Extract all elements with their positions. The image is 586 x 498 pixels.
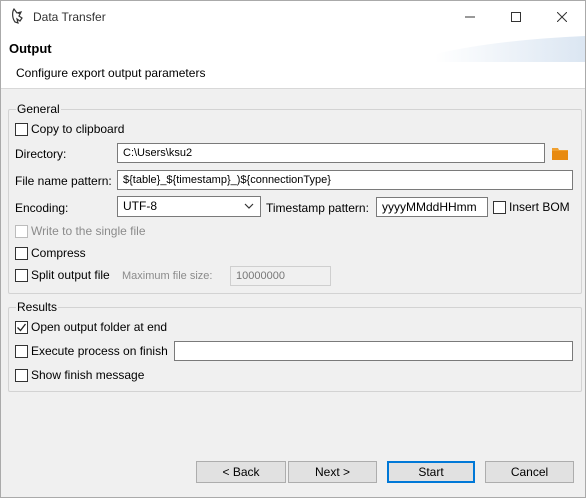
results-group-label: Results — [16, 300, 59, 314]
minimize-icon — [465, 16, 475, 17]
write-single-file-label: Write to the single file — [31, 224, 146, 238]
checkbox-box — [15, 320, 28, 334]
open-output-folder-checkbox[interactable]: Open output folder at end — [15, 320, 167, 334]
checkbox-box — [15, 224, 28, 238]
page-description: Configure export output parameters — [16, 66, 206, 80]
title-bar: Data Transfer — [1, 1, 585, 32]
insert-bom-label: Insert BOM — [509, 200, 570, 214]
split-output-file-checkbox[interactable]: Split output file — [15, 268, 110, 282]
back-button[interactable]: < Back — [196, 461, 286, 483]
copy-to-clipboard-label: Copy to clipboard — [31, 122, 125, 136]
file-name-pattern-input[interactable]: ${table}_${timestamp}_)${connectionType} — [117, 170, 573, 190]
general-group-label: General — [16, 102, 61, 116]
next-button[interactable]: Next > — [288, 461, 377, 483]
start-button[interactable]: Start — [387, 461, 475, 483]
copy-to-clipboard-checkbox[interactable]: Copy to clipboard — [15, 122, 124, 136]
dbeaver-app-icon — [12, 7, 23, 24]
cancel-button[interactable]: Cancel — [485, 461, 574, 483]
show-finish-message-label: Show finish message — [31, 368, 145, 382]
checkbox-box — [15, 122, 28, 136]
checkbox-box — [15, 246, 28, 260]
directory-input[interactable]: C:\Users\ksu2 — [117, 143, 545, 163]
checkmark-icon — [17, 323, 27, 331]
write-single-file-checkbox[interactable]: Write to the single file — [15, 224, 146, 238]
show-finish-message-checkbox[interactable]: Show finish message — [15, 368, 144, 382]
encoding-label: Encoding: — [15, 201, 69, 215]
open-output-folder-label: Open output folder at end — [31, 320, 168, 334]
max-file-size-label: Maximum file size: — [122, 270, 213, 282]
minimize-button[interactable] — [447, 1, 493, 32]
maximize-icon — [511, 11, 521, 22]
checkbox-box — [15, 268, 28, 282]
encoding-value: UTF-8 — [123, 199, 157, 213]
file-name-pattern-label: File name pattern: — [15, 174, 112, 188]
max-file-size-input[interactable]: 10000000 — [230, 266, 331, 286]
chevron-down-icon — [244, 203, 254, 209]
execute-process-input[interactable] — [174, 341, 573, 361]
checkbox-box — [493, 200, 506, 214]
page-title: Output — [9, 41, 52, 56]
encoding-select[interactable]: UTF-8 — [117, 196, 261, 217]
maximize-button[interactable] — [493, 1, 539, 32]
window-title: Data Transfer — [33, 10, 106, 24]
execute-process-checkbox[interactable]: Execute process on finish — [15, 344, 168, 358]
timestamp-pattern-input[interactable]: yyyyMMddHHmm — [376, 197, 488, 217]
timestamp-pattern-label: Timestamp pattern: — [266, 201, 369, 215]
close-button[interactable] — [539, 1, 585, 32]
wizard-header: Output Configure export output parameter… — [1, 32, 585, 89]
compress-checkbox[interactable]: Compress — [15, 246, 86, 260]
checkbox-box — [15, 368, 28, 382]
split-output-file-label: Split output file — [31, 268, 110, 282]
checkbox-box — [15, 344, 28, 358]
data-transfer-window: Data Transfer Output Configure export ou… — [0, 0, 586, 498]
directory-label: Directory: — [15, 147, 67, 161]
close-icon — [557, 11, 567, 22]
compress-label: Compress — [31, 246, 86, 260]
insert-bom-checkbox[interactable]: Insert BOM — [493, 200, 570, 214]
header-decoration — [435, 36, 585, 62]
folder-icon[interactable] — [552, 146, 568, 160]
execute-process-label: Execute process on finish — [31, 344, 168, 358]
